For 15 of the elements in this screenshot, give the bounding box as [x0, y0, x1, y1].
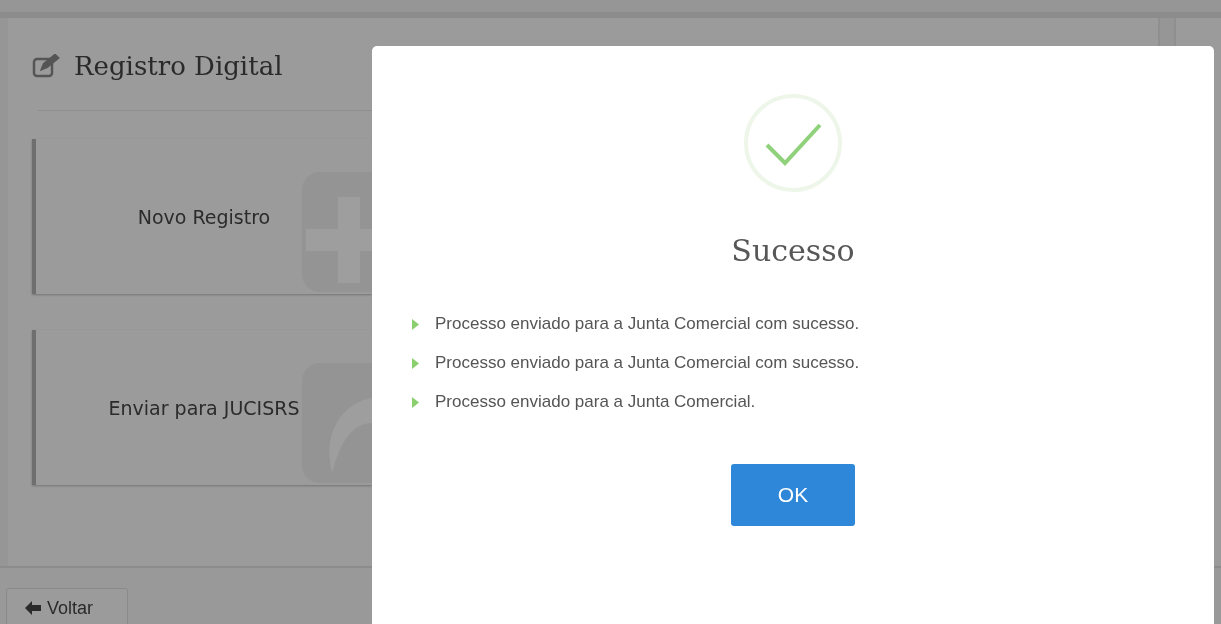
dialog-title: Sucesso	[731, 233, 855, 268]
back-button[interactable]: Voltar	[6, 588, 128, 624]
bullet-icon	[412, 396, 419, 408]
arrow-left-icon	[25, 601, 41, 615]
message-text: Processo enviado para a Junta Comercial.	[435, 392, 756, 412]
edit-icon	[32, 54, 60, 78]
message-text: Processo enviado para a Junta Comercial com sucesso.	[435, 353, 860, 373]
bullet-icon	[412, 318, 419, 330]
ok-button[interactable]: OK	[731, 464, 855, 526]
message-text: Processo enviado para a Junta Comercial com sucesso.	[435, 314, 860, 334]
page-title: Registro Digital	[74, 51, 283, 81]
action-card[interactable]: Enviar para JUCISRS	[32, 330, 372, 485]
action-card[interactable]: Novo Registro	[32, 139, 372, 294]
bullet-icon	[412, 357, 419, 369]
checkmark-icon	[743, 93, 843, 193]
